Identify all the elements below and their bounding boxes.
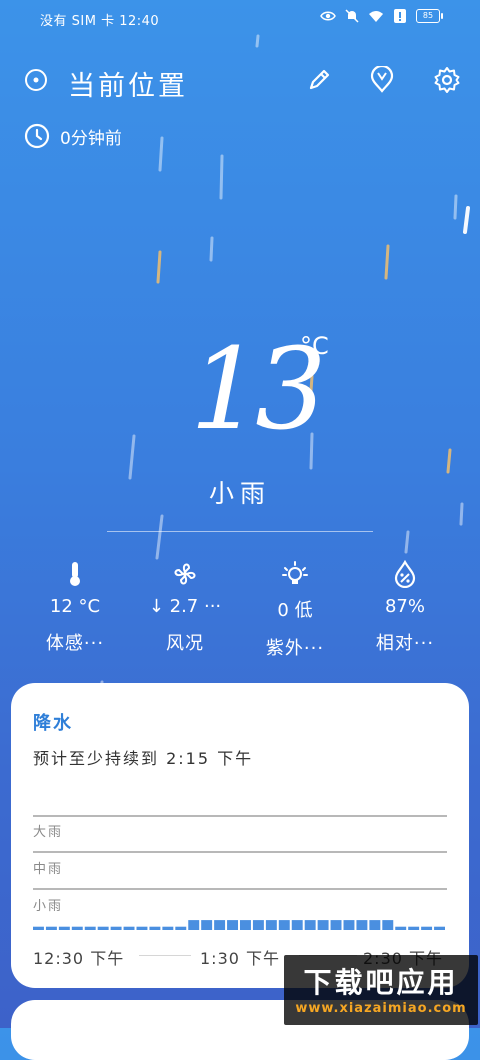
precip-bar	[240, 920, 251, 930]
metric-label: 相对···	[375, 633, 435, 654]
precip-bar	[382, 920, 394, 930]
gear-icon[interactable]	[433, 66, 461, 94]
precip-bar	[395, 926, 407, 930]
precip-bar	[252, 920, 264, 930]
divider	[107, 531, 373, 532]
precip-bar	[58, 926, 70, 930]
precip-bar	[188, 920, 200, 930]
grid-line	[33, 851, 447, 853]
sun-bulb-icon	[282, 561, 308, 584]
level-label-moderate: 中雨	[33, 862, 64, 877]
thermometer-icon	[70, 562, 80, 586]
card-title: 降水	[33, 713, 73, 734]
eye-icon	[320, 11, 336, 21]
location-title[interactable]: 当前位置	[68, 64, 188, 103]
precip-bar	[162, 926, 174, 930]
precip-bar	[304, 920, 316, 930]
humidity-icon	[394, 560, 416, 588]
metric-label: 风况	[166, 633, 204, 654]
precip-bar	[45, 926, 57, 930]
precip-bar	[330, 920, 342, 930]
battery-indicator: 85	[416, 9, 443, 23]
top-bar: 当前位置	[0, 56, 480, 104]
wifi-icon	[369, 11, 383, 22]
precipitation-card[interactable]: 降水 预计至少持续到 2:15 下午 大雨 中雨 小雨 12:30 下午 1:3…	[11, 683, 469, 988]
precip-bar	[421, 926, 433, 930]
precip-bar	[110, 926, 122, 930]
metric-label: 紫外···	[265, 638, 325, 659]
precip-bar	[214, 920, 226, 930]
watermark-logo: 下载吧应用 www.xiazaimiao.com	[284, 955, 478, 1025]
level-label-heavy: 大雨	[33, 825, 64, 840]
precip-bar	[408, 926, 420, 930]
fan-icon	[174, 563, 196, 585]
alert-icon	[394, 9, 406, 23]
weather-metrics: 12 °C 体感··· ↓ 2.7 ··· 风况 0 低 紫外··· 87% 相…	[20, 560, 460, 660]
precip-bar	[434, 926, 445, 930]
update-time-text: 0分钟前	[60, 128, 122, 149]
grid-line	[33, 815, 447, 817]
precip-bar	[33, 926, 44, 930]
precip-bar	[227, 920, 238, 930]
status-carrier-time: 没有 SIM 卡 12:40	[40, 14, 160, 29]
precipitation-bars	[33, 920, 445, 930]
clock-icon	[24, 123, 50, 149]
precip-bar	[265, 920, 277, 930]
time-label-start: 12:30 下午	[33, 949, 125, 968]
precip-bar	[356, 920, 368, 930]
precip-bar	[201, 920, 213, 930]
watermark-title: 下载吧应用	[303, 966, 459, 999]
precip-bar	[71, 926, 83, 930]
map-pin-icon[interactable]	[368, 66, 396, 94]
precip-bar	[149, 926, 161, 930]
precip-bar	[175, 926, 187, 930]
precip-bar	[317, 920, 329, 930]
precip-bar	[278, 920, 290, 930]
precip-bar	[123, 926, 135, 930]
metric-value: 12 °C	[49, 596, 101, 617]
time-separator	[139, 955, 191, 956]
metric-label: 体感···	[45, 633, 105, 654]
metric-humidity[interactable]: 87% 相对···	[350, 560, 460, 660]
card-subtitle: 预计至少持续到 2:15 下午	[33, 749, 254, 768]
location-icon[interactable]	[24, 68, 48, 92]
update-time-row: 0分钟前	[24, 122, 122, 150]
precip-bar	[291, 920, 303, 930]
grid-line	[33, 888, 447, 890]
time-label-mid: 1:30 下午	[200, 949, 281, 968]
metric-feels-like[interactable]: 12 °C 体感···	[20, 560, 130, 660]
metric-value: 87%	[384, 596, 425, 617]
precip-bar	[343, 920, 355, 930]
mute-bell-icon	[345, 9, 359, 23]
metric-value: 0 低	[277, 600, 313, 621]
precip-bar	[84, 926, 96, 930]
metric-wind[interactable]: ↓ 2.7 ··· 风况	[130, 560, 240, 660]
weather-condition: 小雨	[208, 479, 271, 508]
edit-icon[interactable]	[305, 66, 333, 94]
watermark-url: www.xiazaimiao.com	[295, 1001, 467, 1016]
metric-value: ↓ 2.7 ···	[148, 596, 222, 617]
precip-bar	[97, 926, 109, 930]
metric-uv[interactable]: 0 低 紫外···	[240, 560, 350, 660]
precip-bar	[136, 926, 148, 930]
precip-bar	[369, 920, 381, 930]
status-bar: 没有 SIM 卡 12:40 85	[0, 0, 480, 36]
temperature-unit: °C	[300, 332, 329, 360]
